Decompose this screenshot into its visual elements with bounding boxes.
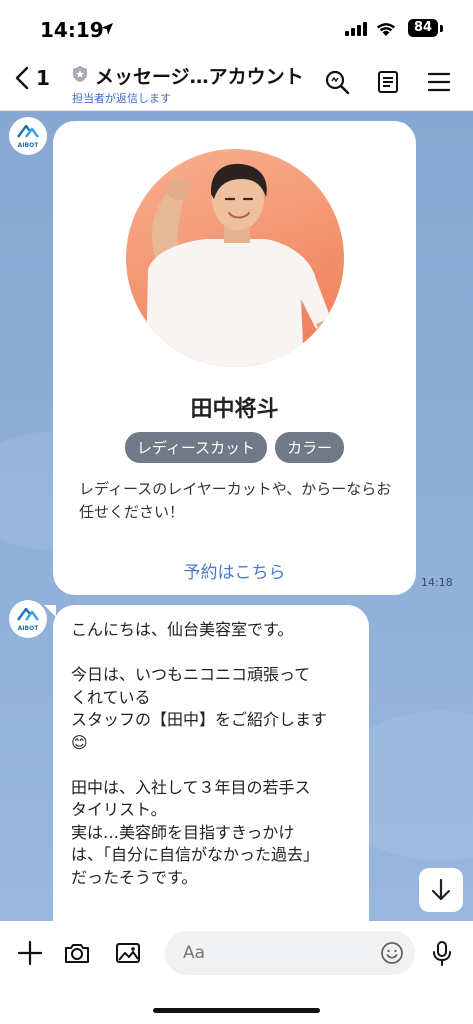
battery-tip — [440, 25, 443, 32]
chat-subtitle: 担当者が返信します — [72, 92, 171, 105]
scroll-to-bottom-button[interactable] — [419, 868, 463, 912]
shield-icon — [73, 66, 87, 82]
arrow-down-icon — [431, 878, 451, 901]
avatar-label: AIBOT — [17, 142, 39, 149]
plus-icon[interactable] — [16, 939, 44, 967]
message-paragraph: 田中は、入社して３年目の若手ス タイリスト。 実は…美容師を目指すきっかけ は、… — [71, 777, 320, 887]
message-paragraph: こんにちは、仙台美容室です。 — [71, 620, 294, 639]
status-bar: 14:19 84 — [0, 0, 473, 56]
search-icon[interactable] — [324, 69, 350, 95]
status-time: 14:19 — [40, 18, 104, 42]
staff-description: レディースのレイヤーカットや、からーならお任せください！ — [79, 480, 392, 521]
message-text: こんにちは、仙台美容室です。 今日は、いつもニコニコ頑張って くれている スタッ… — [71, 619, 361, 912]
camera-icon[interactable] — [63, 939, 91, 967]
unread-count: 1 — [36, 66, 50, 90]
tag-ladies-cut: レディースカット — [124, 432, 268, 463]
chat-header: 1 メッセージ…アカウント 担当者が返信します — [0, 56, 473, 111]
image-icon[interactable] — [114, 939, 142, 967]
skill-tags: レディースカット カラー — [53, 432, 416, 463]
location-arrow-icon — [101, 23, 113, 35]
bubble-tail — [44, 605, 56, 617]
back-button[interactable]: 1 — [14, 66, 50, 90]
aibot-logo-icon — [17, 124, 39, 138]
microphone-icon[interactable] — [428, 939, 456, 967]
battery-level: 84 — [408, 19, 438, 37]
staff-profile-card: 田中将斗 レディースカット カラー レディースのレイヤーカットや、からーならお任… — [53, 121, 416, 595]
aibot-logo-icon — [17, 607, 39, 621]
staff-name: 田中将斗 — [190, 397, 279, 422]
wifi-icon — [377, 23, 395, 36]
menu-icon[interactable] — [426, 69, 452, 95]
message-paragraph: 今日は、いつもニコニコ頑張って くれている スタッフの【田中】をご紹介します 😊 — [71, 665, 328, 752]
chat-title[interactable]: メッセージ…アカウント — [95, 62, 304, 89]
tag-color: カラー — [275, 432, 345, 463]
input-bar — [0, 921, 473, 1024]
message-bubble[interactable]: こんにちは、仙台美容室です。 今日は、いつもニコニコ頑張って くれている スタッ… — [53, 605, 369, 921]
cellular-signal-icon — [345, 22, 367, 36]
staff-portrait-icon — [146, 163, 338, 367]
avatar[interactable]: AIBOT — [9, 600, 47, 638]
message-input[interactable] — [165, 931, 415, 975]
message-timestamp: 14:18 — [421, 576, 453, 589]
staff-photo — [126, 149, 344, 367]
chevron-left-icon — [15, 66, 29, 90]
avatar-label: AIBOT — [17, 625, 39, 632]
avatar[interactable]: AIBOT — [9, 117, 47, 155]
notes-icon[interactable] — [375, 69, 401, 95]
reservation-link[interactable]: 予約はこちら — [53, 558, 416, 583]
home-indicator — [153, 1008, 320, 1013]
chat-area[interactable]: AIBOT 田中将斗 レディースカット カラー レディースのレイヤーカットや、か… — [0, 111, 473, 921]
emoji-icon[interactable] — [380, 941, 404, 965]
